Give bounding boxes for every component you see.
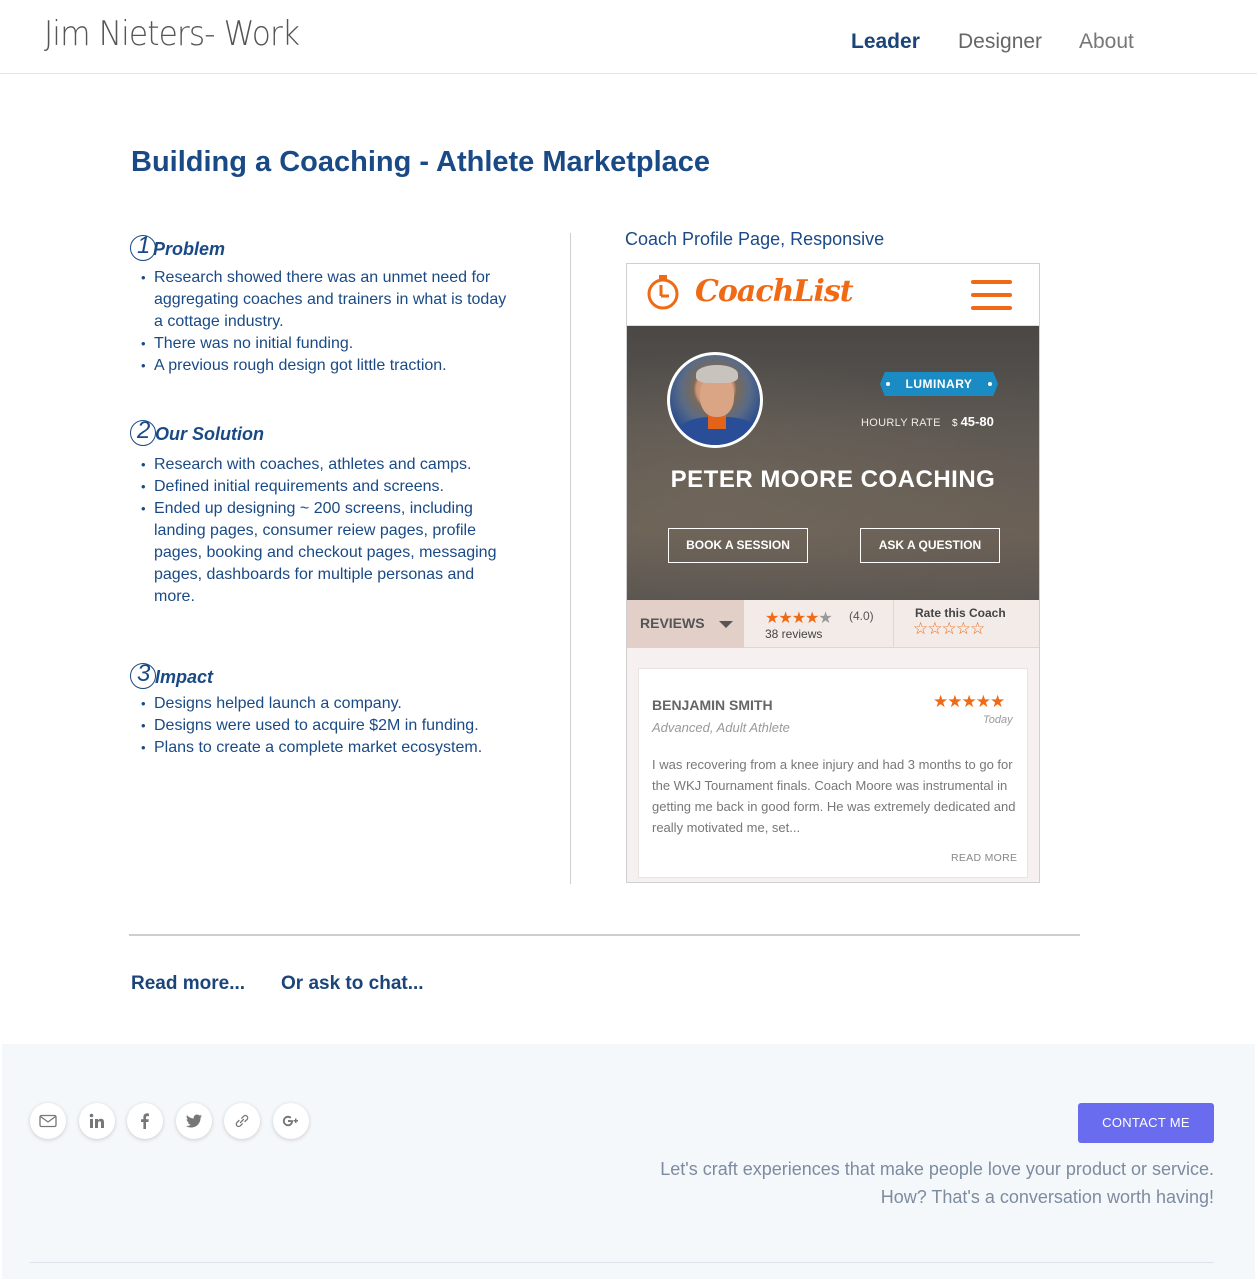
bullet-item: Ended up designing ~ 200 screens, includ… [130, 498, 502, 608]
hamburger-menu-icon[interactable] [971, 280, 1012, 310]
rating-stars-icon: ★★★★★ [765, 610, 833, 627]
nav-leader[interactable]: Leader [851, 30, 920, 54]
page-title: Building a Coaching - Athlete Marketplac… [131, 146, 711, 178]
empty-stars-icon[interactable]: ☆☆☆☆☆ [913, 619, 985, 639]
luminary-badge: LUMINARY [880, 372, 998, 396]
nav-designer[interactable]: Designer [958, 30, 1042, 54]
app-bar: CoachList [627, 264, 1039, 326]
review-text: I was recovering from a knee injury and … [652, 757, 1016, 835]
section-title: Our Solution [155, 424, 264, 444]
footer-divider [30, 1262, 1214, 1263]
read-more-link[interactable]: Read more... [131, 973, 245, 995]
caret-down-icon [719, 621, 733, 628]
app-logo[interactable]: CoachList [695, 274, 854, 309]
site-logo[interactable]: Jim Nieters- Work [44, 14, 300, 54]
site-header: Jim Nieters- Work Leader Designer About [0, 0, 1257, 74]
twitter-icon[interactable] [176, 1103, 212, 1139]
bullet-item: Defined initial requirements and screens… [130, 476, 520, 498]
footer-tagline: Let's craft experiences that make people… [660, 1159, 1214, 1179]
section-number: 2 [137, 417, 151, 444]
solution-section: 2 Our Solution Research with coaches, at… [130, 417, 520, 608]
reviewer-name: BENJAMIN SMITH [652, 697, 773, 713]
mockup-caption: Coach Profile Page, Responsive [625, 229, 885, 249]
review-card: BENJAMIN SMITH Advanced, Adult Athlete ★… [638, 668, 1028, 878]
linkedin-icon[interactable] [79, 1103, 115, 1139]
review-stars-icon: ★★★★★ [933, 692, 1005, 711]
rate-coach: Rate this Coach ☆☆☆☆☆ [913, 606, 1006, 639]
stopwatch-icon [647, 275, 679, 310]
rating-value: (4.0) [849, 609, 874, 623]
bullet-item: A previous rough design got little tract… [130, 355, 520, 377]
bullet-item: Designs helped launch a company. [130, 693, 520, 715]
bullet-item: Research with coaches, athletes and camp… [130, 454, 520, 476]
footer-tagline: How? That's a conversation worth having! [880, 1187, 1214, 1207]
problem-section: 1 Problem Research showed there was an u… [130, 232, 520, 377]
section-number: 3 [137, 660, 151, 687]
review-date: Today [983, 714, 1013, 726]
bullet-item: Designs were used to acquire $2M in fund… [130, 715, 520, 737]
book-session-button[interactable]: BOOK A SESSION [668, 528, 808, 563]
hourly-rate-label: HOURLY RATE [861, 417, 941, 429]
bullet-item: Research showed there was an unmet need … [130, 267, 510, 333]
review-count: 38 reviews [765, 627, 823, 641]
nav-about[interactable]: About [1079, 30, 1134, 54]
link-icon[interactable] [224, 1103, 260, 1139]
facebook-icon[interactable] [127, 1103, 163, 1139]
section-number: 1 [137, 232, 151, 259]
bullet-item: There was no initial funding. [130, 333, 520, 355]
impact-section: 3 Impact Designs helped launch a company… [130, 660, 520, 759]
section-divider [129, 934, 1080, 936]
average-rating: ★★★★★ (4.0) 38 reviews [744, 600, 894, 648]
chat-link[interactable]: Or ask to chat... [281, 973, 424, 995]
email-icon[interactable] [30, 1103, 66, 1139]
section-title: Impact [155, 667, 214, 687]
section-title: Problem [153, 239, 226, 259]
google-plus-icon[interactable] [273, 1103, 309, 1139]
coach-avatar [667, 352, 763, 448]
reviews-bar: REVIEWS ★★★★★ (4.0) 38 reviews Rate this… [627, 600, 1039, 648]
hourly-rate-value: $45-80 [952, 414, 994, 429]
review-read-more-link[interactable]: READ MORE [951, 852, 1017, 864]
column-divider [570, 233, 571, 884]
reviews-tab[interactable]: REVIEWS [627, 600, 744, 648]
bullet-item: Plans to create a complete market ecosys… [130, 737, 520, 759]
contact-me-button[interactable]: CONTACT ME [1078, 1103, 1214, 1143]
ask-question-button[interactable]: ASK A QUESTION [860, 528, 1000, 563]
reviewer-subtitle: Advanced, Adult Athlete [652, 720, 790, 735]
coach-profile-mockup: CoachList LUMINARY HOURLY RATE $45-80 PE… [626, 263, 1040, 883]
profile-hero: LUMINARY HOURLY RATE $45-80 PETER MOORE … [627, 326, 1039, 600]
coach-name: PETER MOORE COACHING [670, 466, 996, 493]
